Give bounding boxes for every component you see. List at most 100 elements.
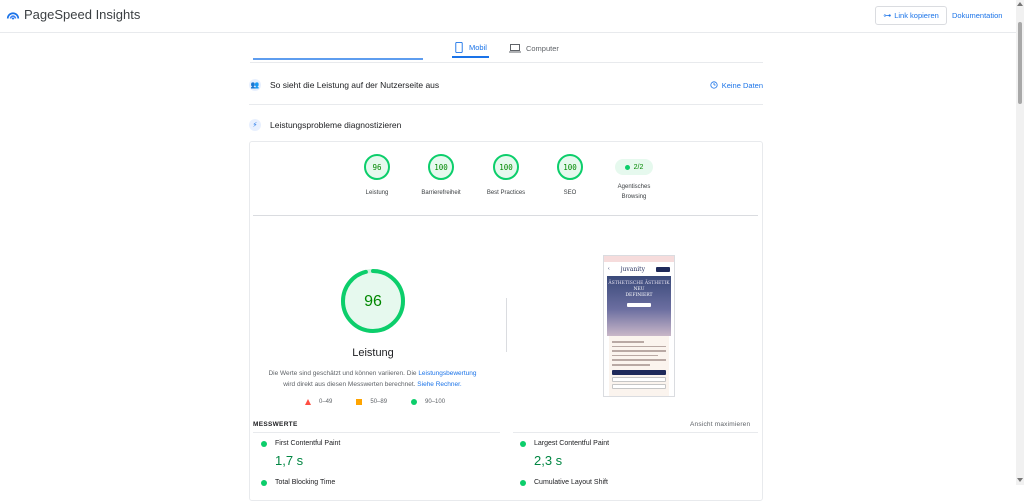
scroll-down-arrow-icon[interactable] (1017, 478, 1023, 482)
metric-value: 1,7 s (275, 453, 304, 468)
documentation-link[interactable]: Dokumentation (952, 11, 1002, 20)
tab-desktop-label: Computer (525, 43, 559, 53)
metric-name: Largest Contentful Paint (534, 440, 610, 447)
triangle-icon (305, 399, 311, 405)
calculator-link[interactable]: Siehe Rechner. (417, 381, 461, 388)
score-legend: 0–49 50–89 90–100 (305, 399, 469, 405)
preview-text-line (612, 363, 650, 366)
divider (253, 432, 500, 433)
legend-item-average: 50–89 (356, 399, 387, 405)
score-disclaimer: Die Werte sind geschätzt und können vari… (265, 368, 480, 390)
top-bar: PageSpeed Insights ⊶ Link kopieren Dokum… (0, 0, 1016, 33)
preview-text-line (612, 359, 666, 361)
score-value: 96 (364, 154, 390, 180)
divider (506, 298, 507, 352)
scroll-up-arrow-icon[interactable] (1017, 2, 1023, 6)
pass-dot-icon (624, 164, 630, 170)
preview-brand: juvanity (620, 265, 645, 273)
score-label: Best Practices (486, 190, 526, 196)
tab-mobile-label: Mobil (469, 42, 487, 52)
pass-dot-icon (261, 441, 267, 447)
performance-scoring-link[interactable]: Leistungsbewertung (418, 370, 476, 377)
pass-dot-icon (520, 441, 526, 447)
users-icon: 👥 (249, 79, 261, 91)
tab-mobile[interactable]: Mobil (452, 38, 489, 58)
preview-hero: ÄSTHETISCHE ÄSTHETIK NEU DEFINIERT (607, 276, 671, 336)
gauge-best-practices[interactable]: 100 Best Practices (471, 154, 541, 198)
preview-reject-button (612, 376, 666, 382)
scrollbar[interactable] (1016, 0, 1024, 485)
square-icon (356, 399, 363, 405)
field-data-row: 👥 So sieht die Leistung auf der Nutzerse… (249, 74, 763, 96)
link-icon: ⊶ (883, 11, 892, 20)
scroll-thumb[interactable] (1018, 22, 1022, 104)
laptop-icon (508, 43, 521, 52)
legend-range: 50–89 (370, 399, 388, 405)
logo[interactable]: PageSpeed Insights (6, 7, 140, 22)
agentic-pill: 2/2 (615, 159, 653, 175)
score-value: 100 (557, 154, 583, 180)
preview-text-line (612, 341, 645, 343)
performance-score: 96 (364, 293, 382, 310)
preview-cookie-dialog (609, 336, 669, 396)
circle-icon (411, 399, 418, 405)
score-value: 100 (428, 154, 454, 180)
page-screenshot-thumbnail: ‹ juvanity ÄSTHETISCHE ÄSTHETIK NEU DEFI… (603, 255, 675, 397)
app-title: PageSpeed Insights (24, 7, 141, 22)
gauge-agentic-browsing[interactable]: 2/2 Agentisches Browsing (599, 154, 669, 202)
expand-view-toggle[interactable]: Ansicht maximieren (690, 421, 750, 428)
agentic-label: Agentisches Browsing (599, 182, 669, 202)
legend-item-pass: 90–100 (411, 399, 445, 405)
tab-desktop[interactable]: Computer (507, 38, 561, 58)
preview-hero-button (627, 303, 651, 307)
gauge-performance[interactable]: 96 Leistung (342, 154, 412, 198)
gauge-accessibility[interactable]: 100 Barrierefreiheit (406, 154, 476, 198)
field-data-title: So sieht die Leistung auf der Nutzerseit… (270, 80, 440, 90)
device-tabs: Mobil Computer (452, 38, 561, 58)
menu-icon: ‹ (608, 266, 610, 272)
legend-range: 90–100 (425, 399, 446, 405)
agentic-label-line1: Agentisches (617, 184, 651, 190)
disclaimer-text-2: wird direkt aus diesen Messwerten berech… (283, 381, 418, 388)
no-data-label: Keine Daten (721, 80, 763, 90)
pass-dot-icon (520, 480, 526, 486)
preview-text-line (612, 345, 666, 348)
metrics-title: MESSWERTE (253, 421, 298, 428)
pagespeed-logo-icon (6, 11, 20, 20)
copy-link-button[interactable]: ⊶ Link kopieren (875, 6, 947, 25)
score-label: Barrierefreiheit (421, 190, 461, 196)
preview-text-line (612, 350, 666, 352)
divider (249, 104, 763, 105)
preview-settings-button (612, 383, 666, 389)
copy-link-label: Link kopieren (894, 11, 939, 20)
divider (253, 215, 758, 216)
metric-name: First Contentful Paint (275, 440, 341, 447)
diagnose-title: Leistungsprobleme diagnostizieren (270, 120, 402, 130)
metric-value: 2,3 s (534, 453, 563, 468)
disclaimer-text: Die Werte sind geschätzt und können vari… (268, 370, 419, 377)
agentic-label-line2: Browsing (621, 194, 647, 200)
info-clock-icon (710, 81, 718, 89)
legend-item-fail: 0–49 (305, 399, 332, 405)
score-gauges: 96 Leistung 100 Barrierefreiheit 100 Bes… (352, 154, 672, 214)
diagnostics-icon: ⚡ (249, 119, 261, 131)
preview-cta (655, 266, 670, 272)
preview-header: ‹ juvanity (604, 262, 674, 276)
preview-hero-line3: DEFINIERT (625, 293, 653, 298)
divider (250, 62, 763, 63)
preview-text-line (612, 354, 658, 357)
preview-accept-button (612, 369, 666, 375)
no-data-status[interactable]: Keine Daten (710, 81, 763, 90)
gauge-seo[interactable]: 100 SEO (535, 154, 605, 198)
divider (513, 432, 758, 433)
performance-gauge: 96 (341, 269, 405, 333)
agentic-value: 2/2 (633, 163, 644, 171)
performance-label: Leistung (352, 347, 394, 359)
score-label: Leistung (365, 190, 389, 196)
score-value: 100 (493, 154, 519, 180)
legend-range: 0–49 (319, 399, 333, 405)
score-label: SEO (563, 190, 577, 196)
pass-dot-icon (261, 480, 267, 486)
smartphone-icon (455, 41, 463, 53)
scrolled-content-edge (253, 58, 423, 60)
